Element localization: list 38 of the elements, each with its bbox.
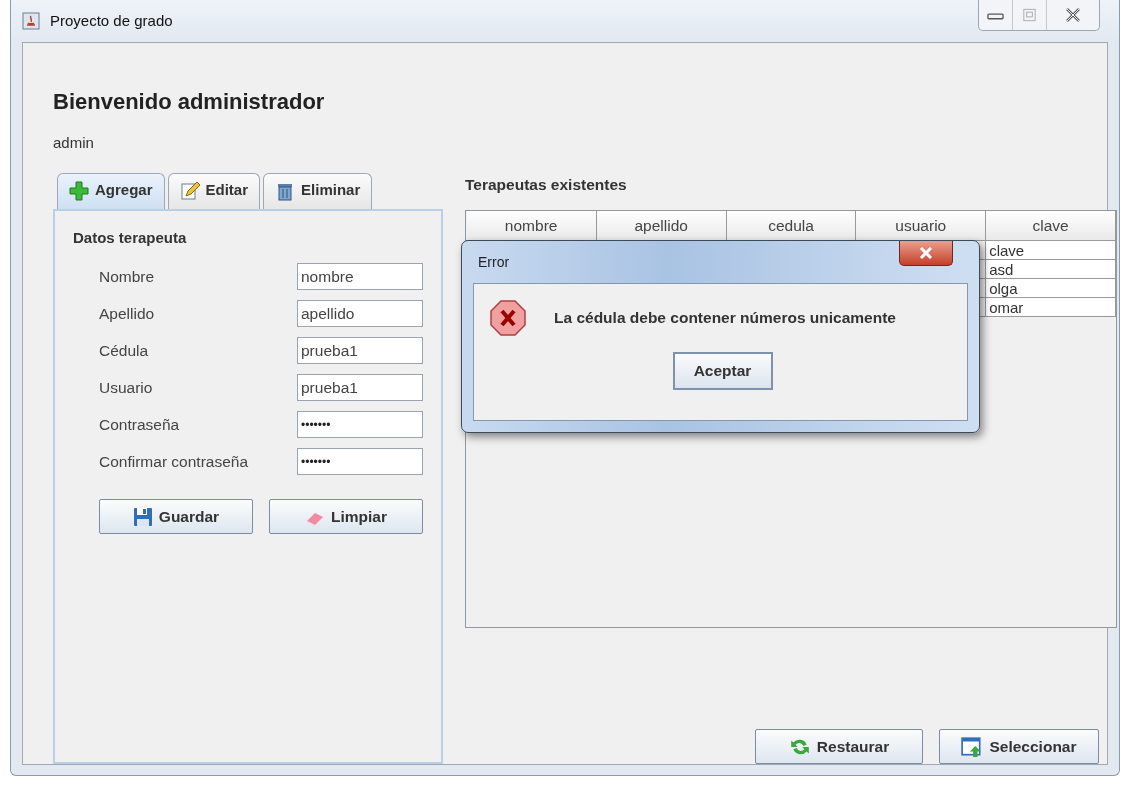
plus-icon — [69, 180, 89, 201]
column-header[interactable]: cedula — [726, 210, 856, 241]
column-header[interactable]: apellido — [596, 210, 727, 241]
table-title: Terapeutas existentes — [465, 174, 628, 195]
field-label: Usuario — [99, 377, 153, 398]
username-label: admin — [53, 133, 95, 153]
input-field[interactable]: prueba1 — [297, 374, 423, 401]
edit-icon — [179, 180, 200, 201]
error-message: La cédula debe contener números unicamente — [554, 308, 896, 329]
dialog-close-button[interactable] — [899, 241, 953, 266]
input-field[interactable]: prueba1 — [297, 337, 423, 364]
input-field[interactable]: apellido — [297, 300, 423, 327]
section-title: Datos terapeuta — [73, 227, 188, 248]
password-field[interactable]: ••••••• — [297, 411, 423, 438]
field-label: Confirmar contraseña — [99, 451, 249, 472]
clear-button[interactable]: Limpiar — [269, 499, 423, 534]
field-label: Nombre — [99, 266, 155, 287]
save-button[interactable]: Guardar — [99, 499, 253, 534]
error-icon — [490, 300, 526, 336]
input-field[interactable]: nombre — [297, 263, 423, 290]
field-label: Apellido — [99, 303, 155, 324]
password-field[interactable]: ••••••• — [297, 448, 423, 475]
select-button[interactable]: Seleccionar — [939, 729, 1099, 764]
welcome-heading: Bienvenido administrador — [53, 88, 326, 116]
field-label: Cédula — [99, 340, 149, 361]
tab[interactable]: Editar — [167, 172, 261, 209]
column-header[interactable]: nombre — [466, 210, 597, 241]
dialog-title: Error — [477, 252, 510, 272]
tab[interactable]: Eliminar — [263, 172, 373, 209]
restore-button[interactable]: Restaurar — [755, 729, 923, 764]
column-header[interactable]: usuario — [855, 210, 986, 241]
tab[interactable]: Agregar — [57, 172, 165, 209]
close-icon — [918, 246, 934, 260]
field-label: Contraseña — [99, 414, 180, 435]
column-header[interactable]: clave — [985, 210, 1116, 241]
accept-button[interactable]: Aceptar — [672, 352, 773, 390]
app-icon — [22, 12, 40, 30]
window-title: Proyecto de grado — [50, 10, 173, 31]
